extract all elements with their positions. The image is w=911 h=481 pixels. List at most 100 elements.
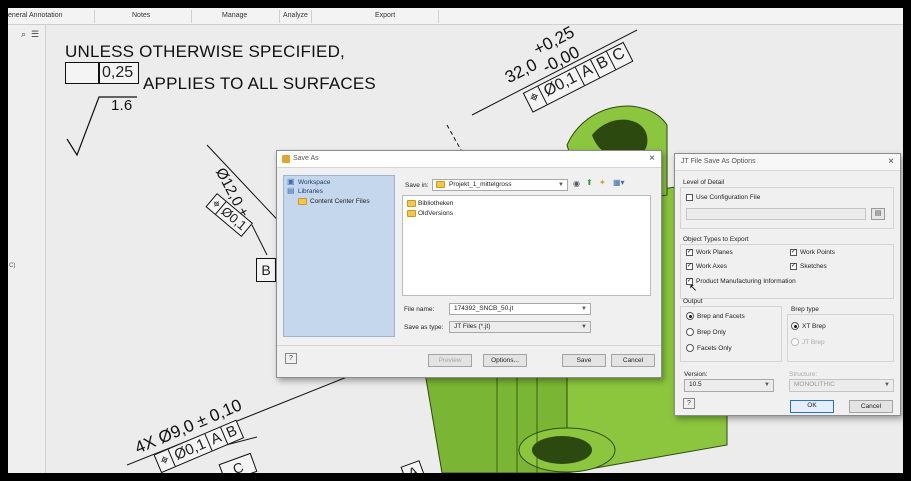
close-icon[interactable]: × <box>649 153 655 164</box>
work-planes-checkbox[interactable]: ✓ <box>686 249 693 256</box>
version-dropdown[interactable]: 10.5 ▼ <box>684 379 774 392</box>
save-as-dialog: Save As × ▣ Workspace ▤ Libraries Conten… <box>276 150 662 378</box>
general-note-line2: APPLIES TO ALL SURFACES <box>143 74 376 93</box>
tree-item-libraries[interactable]: Libraries <box>298 188 323 195</box>
chevron-down-icon: ▼ <box>558 182 564 188</box>
options-button[interactable]: Options... <box>483 354 527 367</box>
save-as-type-dropdown[interactable]: JT Files (*.jt) ▼ <box>449 321 591 333</box>
work-points-checkbox[interactable]: ✓ <box>790 249 797 256</box>
pmi-label: Product Manufacturing Information <box>696 278 796 285</box>
view-menu-icon[interactable]: ▦▾ <box>613 178 625 187</box>
ok-button[interactable]: OK <box>790 400 834 413</box>
ribbon-panel-bar: eneral Annotation Notes Manage Analyze E… <box>8 8 903 25</box>
ribbon-panel-analyze[interactable]: Analyze <box>283 12 308 19</box>
brep-only-radio[interactable] <box>686 328 694 336</box>
xt-brep-label: XT Brep <box>802 323 826 330</box>
ribbon-separator <box>279 10 280 23</box>
chevron-down-icon: ▼ <box>581 306 587 312</box>
ribbon-separator <box>94 10 95 23</box>
brep-type-label: Brep type <box>791 306 819 313</box>
file-name-input[interactable]: 174392_SNCB_50.jt ▼ <box>449 303 591 315</box>
jt-options-title-bar: JT File Save As Options × <box>675 154 900 171</box>
jt-brep-label: JT Brep <box>802 339 825 346</box>
profile-tolerance-value: 0,25 <box>102 64 134 81</box>
file-name-label: File name: <box>404 306 435 313</box>
cancel-button[interactable]: Cancel <box>849 400 893 413</box>
new-folder-icon[interactable]: ✦ <box>599 178 606 187</box>
save-as-type-label: Save as type: <box>404 324 444 331</box>
work-axes-checkbox[interactable]: ✓ <box>686 263 693 270</box>
sidebar-label: C) <box>9 263 16 269</box>
libraries-icon: ▤ <box>287 186 295 195</box>
ribbon-separator <box>311 10 312 23</box>
structure-dropdown[interactable]: MONOLITHIC ▼ <box>789 379 894 392</box>
browser-sidebar: ⌕ ☰ C) <box>8 25 46 473</box>
file-item-oldversions[interactable]: OldVersions <box>418 210 453 217</box>
roughness-value: 1.6 <box>111 97 133 114</box>
brep-and-facets-radio[interactable] <box>686 312 694 320</box>
save-as-title-bar: Save As × <box>277 151 661 168</box>
jt-options-dialog: JT File Save As Options × Level of Detai… <box>674 153 901 416</box>
ribbon-panel-export[interactable]: Export <box>375 12 395 19</box>
facets-only-label: Facets Only <box>697 345 732 352</box>
use-config-file-checkbox[interactable] <box>686 194 693 201</box>
close-icon[interactable]: × <box>888 156 894 167</box>
profile-tolerance-box: 0,25 <box>99 62 139 84</box>
file-item-bibliotheken[interactable]: Bibliotheken <box>418 200 453 207</box>
help-icon[interactable]: ? <box>683 398 695 409</box>
jt-brep-radio[interactable] <box>791 338 799 346</box>
jt-options-title: JT File Save As Options <box>681 158 756 165</box>
datum-b-box[interactable]: B <box>256 258 276 282</box>
sketches-checkbox[interactable]: ✓ <box>790 263 797 270</box>
app-icon <box>282 155 290 163</box>
folder-icon <box>298 198 307 205</box>
tree-item-content-center[interactable]: Content Center Files <box>310 198 370 205</box>
brep-only-label: Brep Only <box>697 329 726 336</box>
browse-icon[interactable]: ▤ <box>871 208 885 220</box>
search-icon[interactable]: ⌕ <box>21 29 26 40</box>
ribbon-panel-notes[interactable]: Notes <box>132 12 150 19</box>
save-in-dropdown[interactable]: Projekt_1_mittelgross ▼ <box>432 179 568 191</box>
work-axes-label: Work Axes <box>696 263 727 270</box>
structure-value: MONOLITHIC <box>794 381 835 388</box>
folder-icon <box>407 200 416 207</box>
application-window: eneral Annotation Notes Manage Analyze E… <box>8 8 903 473</box>
profile-tolerance-symbol-box <box>65 62 99 84</box>
up-folder-icon[interactable]: ⬆ <box>586 178 593 187</box>
tree-item-workspace[interactable]: Workspace <box>298 179 330 186</box>
general-note-line1: UNLESS OTHERWISE SPECIFIED, <box>65 42 345 61</box>
workspace-icon: ▣ <box>287 177 295 186</box>
save-as-title: Save As <box>293 155 319 162</box>
back-icon[interactable]: ◉ <box>573 179 580 188</box>
folder-icon <box>436 181 445 188</box>
version-value: 10.5 <box>689 381 702 388</box>
object-types-label: Object Types to Export <box>683 236 749 243</box>
file-list[interactable]: Bibliotheken OldVersions <box>402 195 651 296</box>
config-file-path-input[interactable] <box>686 208 866 220</box>
help-icon[interactable]: ? <box>285 353 297 364</box>
divider <box>277 345 661 346</box>
ribbon-panel-general-annotation[interactable]: eneral Annotation <box>8 12 63 19</box>
brep-and-facets-label: Brep and Facets <box>697 313 745 320</box>
chevron-down-icon: ▼ <box>581 324 587 330</box>
mouse-cursor-icon: ↖ <box>689 283 698 294</box>
work-points-label: Work Points <box>800 249 835 256</box>
xt-brep-radio[interactable] <box>791 322 799 330</box>
ribbon-separator <box>438 10 439 23</box>
sketches-label: Sketches <box>800 263 827 270</box>
use-config-file-label: Use Configuration File <box>696 194 761 201</box>
menu-icon[interactable]: ☰ <box>31 29 39 40</box>
level-of-detail-label: Level of Detail <box>683 179 725 186</box>
preview-button[interactable]: Preview <box>428 354 472 367</box>
structure-label: Structure: <box>789 371 818 378</box>
save-button[interactable]: Save <box>562 354 606 367</box>
work-planes-label: Work Planes <box>696 249 733 256</box>
chevron-down-icon: ▼ <box>884 382 890 388</box>
facets-only-radio[interactable] <box>686 344 694 352</box>
file-name-value: 174392_SNCB_50.jt <box>454 305 514 312</box>
ribbon-panel-manage[interactable]: Manage <box>222 12 247 19</box>
ribbon-separator <box>191 10 192 23</box>
save-in-label: Save in: <box>405 182 429 189</box>
cancel-button[interactable]: Cancel <box>611 354 655 367</box>
version-label: Version: <box>684 371 708 378</box>
